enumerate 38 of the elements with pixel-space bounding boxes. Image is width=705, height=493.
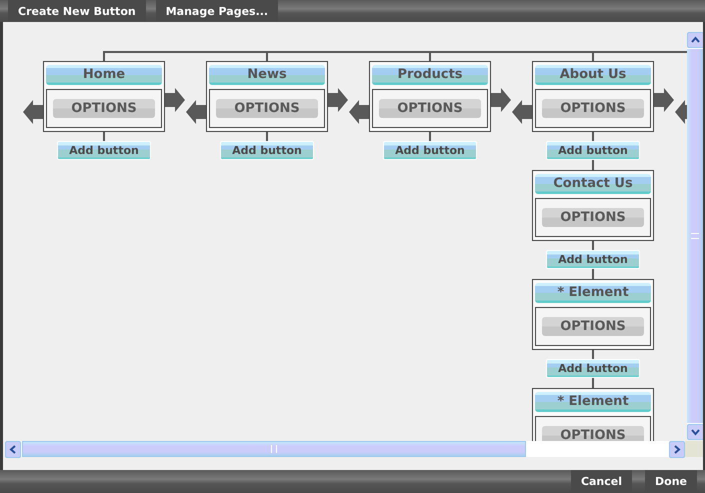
add-button[interactable]: Add button (546, 250, 640, 269)
options-button[interactable]: OPTIONS (542, 99, 644, 118)
vertical-scrollbar[interactable] (687, 32, 703, 440)
add-button[interactable]: Add button (546, 141, 640, 160)
add-button[interactable]: Add button (546, 359, 640, 378)
scroll-left-icon[interactable] (5, 441, 21, 458)
horizontal-scrollbar[interactable] (5, 441, 703, 457)
options-button[interactable]: OPTIONS (216, 99, 318, 118)
page-title[interactable]: Home (46, 65, 162, 85)
toolbar-button[interactable]: Manage Pages... (156, 0, 278, 22)
page-title[interactable]: Contact Us (535, 174, 651, 194)
options-button[interactable]: OPTIONS (379, 99, 481, 118)
footer-button[interactable]: Done (645, 470, 697, 492)
scrollbar-corner (685, 441, 703, 457)
page-node[interactable]: * Element OPTIONS (532, 388, 654, 441)
page-title[interactable]: News (209, 65, 325, 85)
add-button[interactable]: Add button (57, 141, 151, 160)
options-button[interactable]: OPTIONS (542, 317, 644, 336)
scroll-down-icon[interactable] (687, 424, 703, 440)
options-button[interactable]: OPTIONS (542, 426, 644, 441)
footer-button[interactable]: Cancel (570, 470, 632, 492)
scroll-right-icon[interactable] (669, 441, 685, 458)
page-node[interactable]: Contact Us OPTIONS (532, 170, 654, 241)
page-title[interactable]: Products (372, 65, 488, 85)
page-node[interactable]: News OPTIONS (206, 61, 328, 132)
add-button[interactable]: Add button (383, 141, 477, 160)
page-title[interactable]: * Element (535, 392, 651, 412)
page-node[interactable]: * Element OPTIONS (532, 279, 654, 350)
page-node[interactable]: Products OPTIONS (369, 61, 491, 132)
page-node[interactable]: About Us OPTIONS (532, 61, 654, 132)
page-title[interactable]: About Us (535, 65, 651, 85)
page-node[interactable]: Home OPTIONS (43, 61, 165, 132)
toolbar-button[interactable]: Create New Button (8, 0, 146, 22)
page-title[interactable]: * Element (535, 283, 651, 303)
add-button[interactable]: Add button (220, 141, 314, 160)
options-button[interactable]: OPTIONS (542, 208, 644, 227)
options-button[interactable]: OPTIONS (53, 99, 155, 118)
scroll-up-icon[interactable] (687, 32, 703, 48)
